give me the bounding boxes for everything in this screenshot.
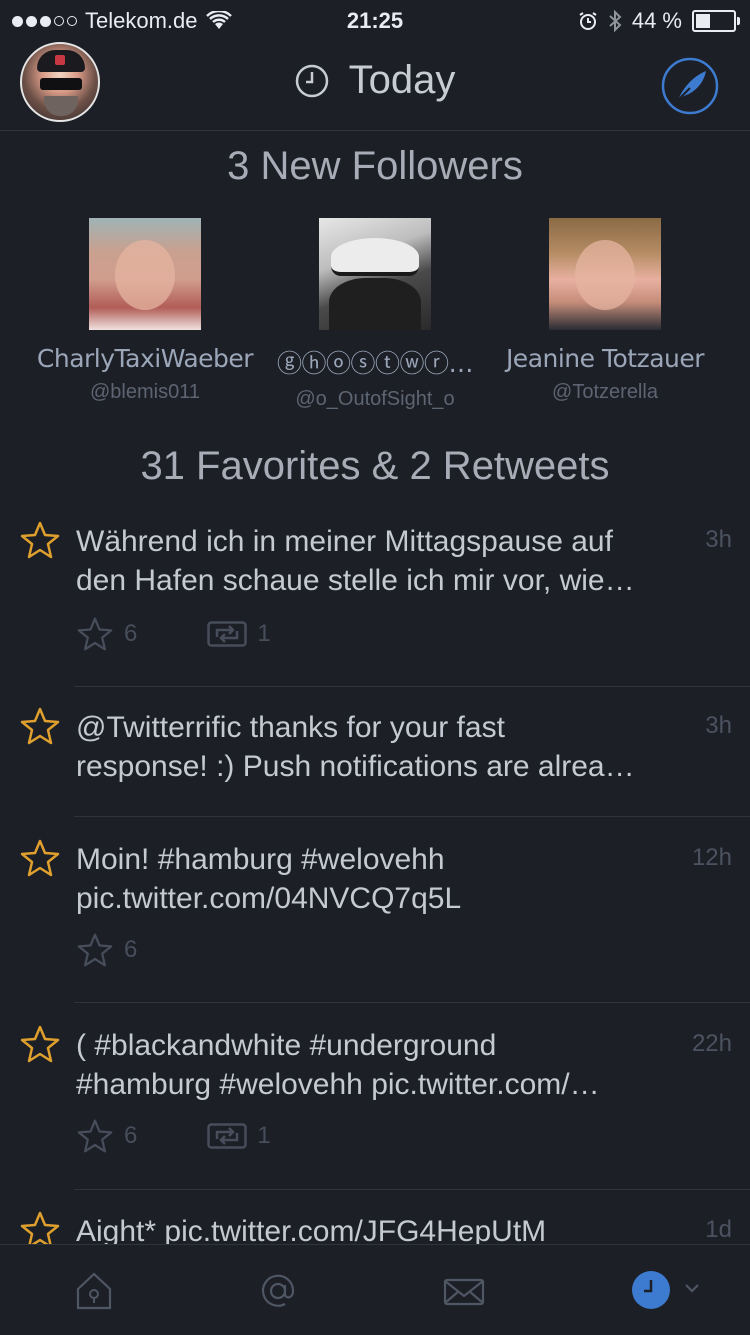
favorite-star-icon: [20, 521, 60, 559]
follower-name: ⓖⓗⓞⓢⓣⓦⓡ…: [276, 349, 474, 378]
tweet-age: 3h: [705, 712, 732, 739]
mentions-icon[interactable]: [256, 1269, 300, 1313]
alarm-icon: [579, 12, 597, 30]
battery-icon: [692, 10, 740, 32]
compose-tweet-icon[interactable]: [660, 56, 720, 116]
follower-avatar[interactable]: [549, 218, 661, 330]
home-icon[interactable]: [72, 1269, 116, 1313]
favorite-count: 6: [124, 620, 138, 647]
favorite-count: 6: [124, 1122, 138, 1149]
tweet-text: Während ich in meiner Mittagspause auf de…: [76, 525, 635, 597]
divider: [74, 1189, 750, 1190]
activity-heading: 31 Favorites & 2 Retweets: [140, 444, 610, 488]
tweet-text: Aight* pic.twitter.com/JFG4HepUtM: [76, 1215, 547, 1244]
follower-avatar[interactable]: [89, 218, 201, 330]
tweet-stats: 6 1: [76, 1118, 335, 1154]
follower-card[interactable]: ⓖⓗⓞⓢⓣⓦⓡ… @o_OutofSight_o: [260, 218, 490, 411]
favorite-count: 6: [124, 936, 138, 963]
favorite-star-icon: [20, 839, 60, 877]
tweet-age: 12h: [691, 844, 732, 871]
bluetooth-icon: [609, 10, 622, 32]
clock-icon: [295, 64, 328, 97]
navigation-bar: Today: [0, 40, 750, 131]
favorite-count-icon: [77, 1119, 113, 1153]
follower-card[interactable]: CharlyTaxiWaeber @blemis011: [30, 218, 260, 404]
status-bar: Telekom.de 21:25 44 %: [0, 0, 750, 40]
follower-name: Jeanine Totzauer: [505, 344, 705, 373]
tab-bar: [0, 1244, 750, 1335]
tweet-item[interactable]: Aight* pic.twitter.com/JFG4HepUtM 1d: [0, 1210, 750, 1244]
follower-name: CharlyTaxiWaeber: [36, 344, 254, 373]
tweet-age: 22h: [691, 1030, 732, 1057]
follower-avatar[interactable]: [319, 218, 431, 330]
retweet-count: 1: [257, 1122, 271, 1149]
new-followers-heading: 3 New Followers: [227, 144, 523, 188]
page-title-text: Today: [348, 58, 456, 102]
page-title: Today: [0, 58, 750, 103]
divider: [74, 686, 750, 687]
favorite-count-icon: [77, 933, 113, 967]
today-icon[interactable]: [632, 1271, 670, 1309]
tweet-text: Moin! #hamburg #welovehh pic.twitter.com/…: [76, 843, 462, 915]
tweet-stats: 6: [76, 932, 201, 968]
favorite-star-icon: [20, 1211, 60, 1244]
follower-card[interactable]: Jeanine Totzauer @Totzerella: [490, 218, 720, 404]
battery-percent: 44 %: [631, 8, 682, 33]
new-followers-list: CharlyTaxiWaeber @blemis011 ⓖⓗⓞⓢⓣⓦⓡ… @o_…: [0, 218, 750, 418]
favorite-star-icon: [20, 1025, 60, 1063]
follower-handle: @blemis011: [90, 381, 200, 403]
chevron-down-icon[interactable]: [682, 1281, 702, 1295]
favorite-star-icon: [20, 707, 60, 745]
divider: [74, 1002, 750, 1003]
retweet-count: 1: [257, 620, 271, 647]
retweet-count-icon: [207, 1123, 248, 1149]
follower-handle: @o_OutofSight_o: [295, 388, 455, 410]
tweet-text: @Twitterrific thanks for your fast respon…: [76, 711, 635, 783]
tweet-age: 3h: [705, 526, 732, 553]
favorite-count-icon: [77, 617, 113, 651]
messages-icon[interactable]: [442, 1269, 486, 1313]
tweet-age: 1d: [705, 1216, 732, 1243]
retweet-count-icon: [207, 621, 248, 647]
follower-handle: @Totzerella: [552, 381, 658, 403]
tweet-stats: 6 1: [76, 616, 335, 652]
tweet-text: ( #blackandwhite #underground #hamburg #w…: [76, 1029, 600, 1101]
divider: [74, 816, 750, 817]
